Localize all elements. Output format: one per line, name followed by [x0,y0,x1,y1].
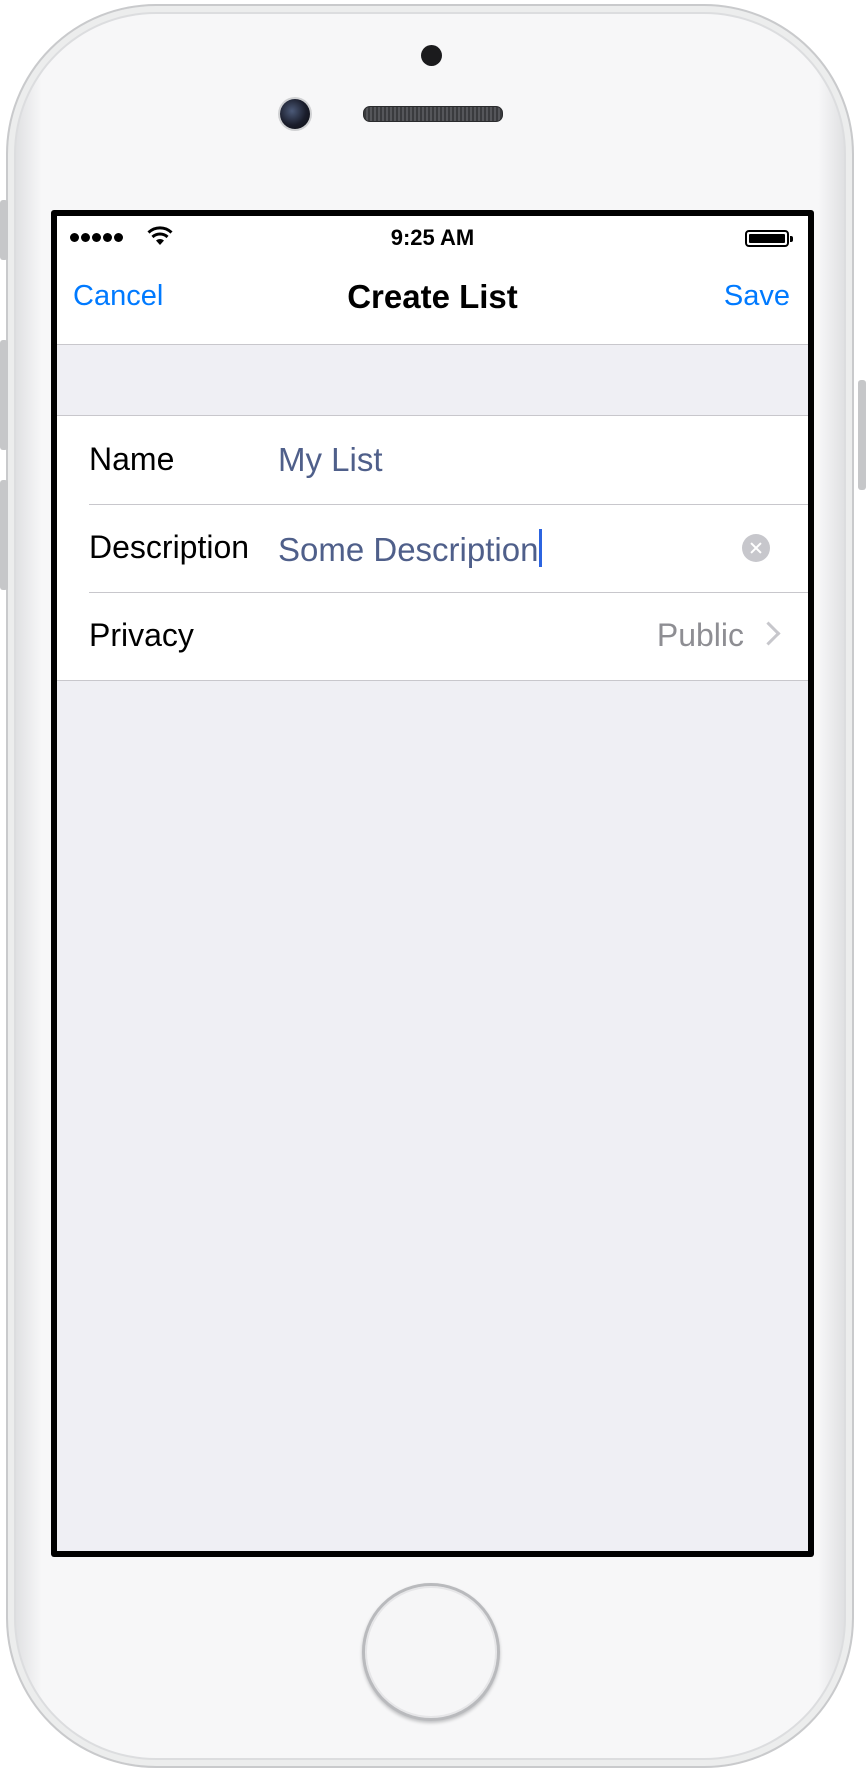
chevron-right-icon [756,621,781,646]
home-button[interactable] [362,1583,500,1721]
name-field[interactable]: My List [278,441,383,479]
earpiece-speaker [363,106,503,122]
description-value: Some Description [278,531,539,568]
privacy-row[interactable]: Privacy Public [57,592,808,680]
name-row[interactable]: Name My List [57,416,808,504]
screen: 9:25 AM Cancel Create List Save Name My … [57,216,808,1551]
status-time: 9:25 AM [390,225,475,250]
save-button[interactable]: Save [724,280,790,313]
battery-icon [745,230,789,247]
description-label: Description [89,529,250,565]
description-row[interactable]: Description Some Description [57,504,808,592]
battery-tip [790,236,793,242]
status-bar: 9:25 AM [57,216,808,256]
volume-up-button [0,340,8,450]
navigation-bar: Cancel Create List Save [57,256,808,345]
volume-down-button [0,480,8,590]
proximity-sensor [421,45,442,66]
privacy-label: Privacy [89,617,194,653]
mute-switch [0,200,8,260]
description-field[interactable]: Some Description [278,529,543,569]
cancel-button[interactable]: Cancel [73,280,163,313]
text-cursor [539,529,543,567]
privacy-value: Public [656,617,744,653]
clear-text-icon[interactable] [742,534,770,562]
name-label: Name [89,441,175,477]
form-table: Name My List Description Some Descriptio… [57,415,808,681]
power-button [858,380,866,490]
front-camera [280,99,310,129]
page-title: Create List [347,278,518,315]
